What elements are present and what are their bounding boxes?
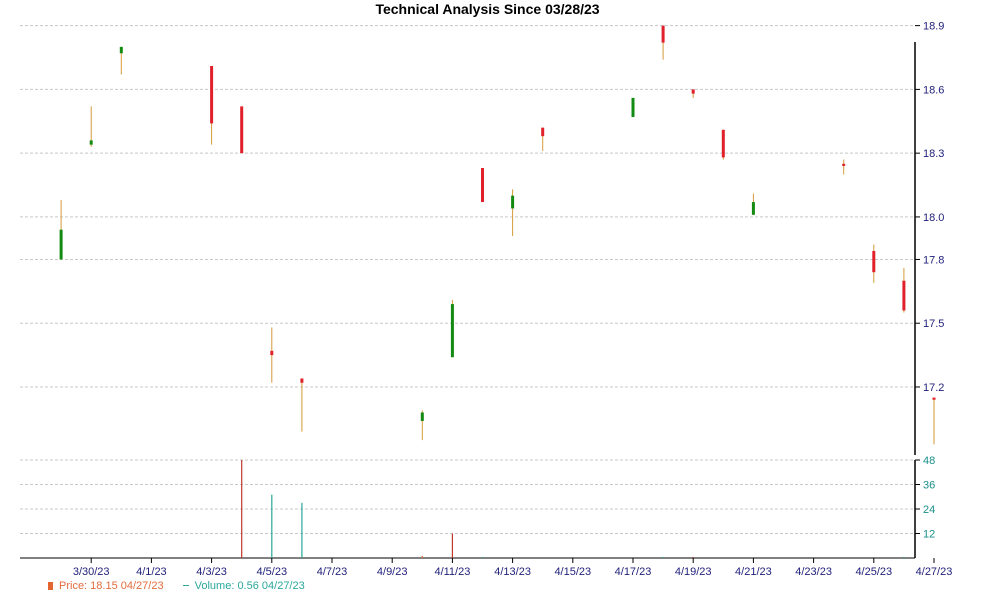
candle-body bbox=[631, 97, 635, 118]
candle-body bbox=[872, 250, 876, 273]
legend: Price: 18.15 04/27/23 Volume: 0.56 04/27… bbox=[48, 580, 321, 592]
candle-body bbox=[661, 25, 665, 43]
volume-tick-label: 48 bbox=[923, 455, 935, 467]
candle-body bbox=[89, 140, 93, 145]
chart-svg: 17.2 17.5 17.8 18.0 18.3 18.6 18.9 12 24 36 48 3/30… bbox=[20, 21, 953, 578]
x-tick-label: 4/5/23 bbox=[257, 566, 288, 578]
price-tick-label: 17.2 bbox=[923, 382, 944, 394]
candle-body bbox=[721, 129, 725, 158]
price-tick-label: 18.0 bbox=[923, 212, 944, 224]
candle-body bbox=[240, 106, 244, 154]
volume-tick-label: 24 bbox=[923, 504, 935, 516]
x-tick-label: 4/3/23 bbox=[196, 566, 227, 578]
candle-body bbox=[270, 350, 274, 356]
candle-body bbox=[842, 163, 846, 166]
chart-root: Technical Analysis Since 03/28/23 17.2 17… bbox=[0, 0, 1000, 600]
price-tick-label: 18.9 bbox=[923, 21, 944, 33]
legend-volume-label: Volume: 0.56 04/27/23 bbox=[194, 580, 305, 592]
price-tick-label: 18.3 bbox=[923, 148, 944, 160]
price-swatch-icon bbox=[48, 582, 53, 590]
x-tick-label: 4/19/23 bbox=[675, 566, 712, 578]
candle-body bbox=[902, 280, 906, 311]
x-tick-label: 3/30/23 bbox=[73, 566, 110, 578]
price-tick-label: 18.6 bbox=[923, 84, 944, 96]
x-tick-label: 4/1/23 bbox=[136, 566, 167, 578]
candle-body bbox=[119, 46, 123, 54]
x-tick-label: 4/21/23 bbox=[735, 566, 772, 578]
x-tick-label: 4/17/23 bbox=[615, 566, 652, 578]
x-tick-label: 4/13/23 bbox=[494, 566, 531, 578]
candle-body bbox=[420, 412, 424, 421]
candle-body bbox=[450, 304, 454, 358]
price-tick-label: 17.8 bbox=[923, 254, 944, 266]
volume-tick-label: 12 bbox=[923, 529, 935, 541]
candle-body bbox=[511, 195, 515, 209]
legend-price: Price: 18.15 04/27/23 bbox=[48, 580, 164, 592]
candle-body bbox=[300, 378, 304, 383]
candle-body bbox=[541, 127, 545, 137]
price-tick-label: 17.5 bbox=[923, 318, 944, 330]
x-tick-label: 4/27/23 bbox=[916, 566, 953, 578]
candle-body bbox=[691, 89, 695, 94]
candle-body bbox=[751, 202, 755, 215]
x-tick-label: 4/7/23 bbox=[317, 566, 348, 578]
legend-price-label: Price: 18.15 04/27/23 bbox=[59, 580, 164, 592]
volume-swatch-icon bbox=[182, 585, 189, 586]
legend-volume: Volume: 0.56 04/27/23 bbox=[182, 580, 305, 592]
x-tick-label: 4/25/23 bbox=[855, 566, 892, 578]
x-tick-label: 4/9/23 bbox=[377, 566, 408, 578]
candle-body bbox=[59, 229, 63, 260]
x-tick-label: 4/23/23 bbox=[795, 566, 832, 578]
volume-tick-label: 36 bbox=[923, 480, 935, 492]
x-tick-label: 4/11/23 bbox=[434, 566, 470, 578]
candle-body bbox=[210, 66, 214, 124]
x-tick-label: 4/15/23 bbox=[554, 566, 591, 578]
candle-body bbox=[932, 397, 936, 400]
candle-body bbox=[481, 168, 484, 203]
